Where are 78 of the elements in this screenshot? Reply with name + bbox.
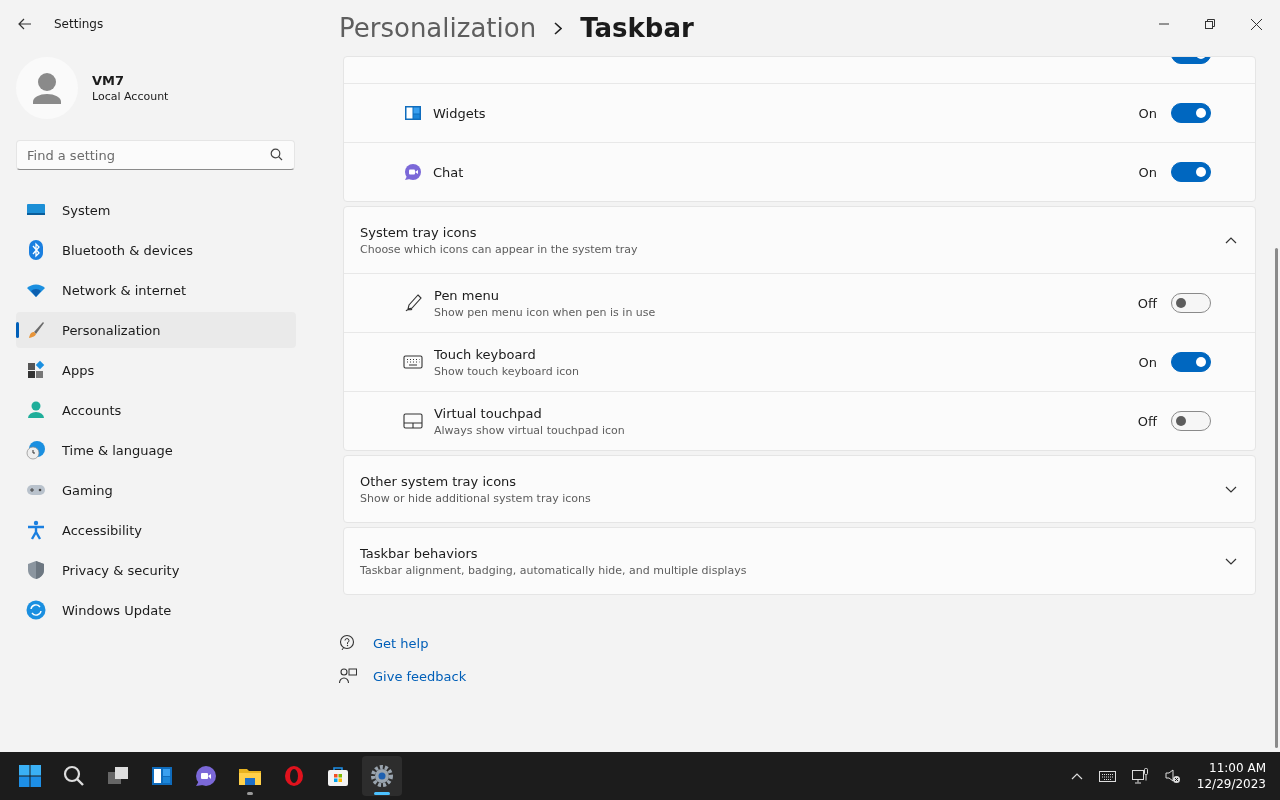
brush-icon [26, 320, 46, 340]
shield-icon [26, 560, 46, 580]
keyboard-icon[interactable] [1098, 770, 1116, 782]
sidebar-item[interactable]: Windows Update [16, 592, 296, 628]
toggle-switch[interactable] [1171, 162, 1211, 182]
expander-header[interactable]: System tray icons Choose which icons can appear in the system tray [344, 207, 1255, 274]
setting-label: Pen menu [434, 287, 500, 303]
chevron-up-icon[interactable] [1070, 772, 1083, 780]
chevron-icon [1225, 485, 1237, 493]
toggle-state: On [1138, 354, 1157, 370]
toggle-state: On [1138, 164, 1157, 180]
sidebar-item[interactable]: Bluetooth & devices [16, 232, 296, 268]
update-icon [26, 600, 46, 620]
bluetooth-icon [26, 240, 46, 260]
accessibility-icon [26, 520, 46, 540]
sidebar-item[interactable]: Personalization [16, 312, 296, 348]
chat-icon [194, 764, 218, 788]
sidebar-item[interactable]: System [16, 192, 296, 228]
taskbar-app[interactable] [362, 756, 402, 796]
chevron-icon [1225, 236, 1237, 244]
ring-icon [282, 764, 306, 788]
toggle-switch[interactable] [1171, 411, 1211, 431]
setting-label: Touch keyboard [434, 346, 537, 362]
toggle-state: On [1138, 105, 1157, 121]
setting-label: Virtual touchpad [434, 405, 543, 421]
page-title: Taskbar [580, 13, 694, 43]
toggle-switch[interactable] [1171, 103, 1211, 123]
apps-icon [26, 360, 46, 380]
settings-icon [370, 764, 394, 788]
back-arrow-icon[interactable] [18, 18, 32, 30]
windows-logo-icon [18, 764, 42, 788]
sidebar-item[interactable]: Network & internet [16, 272, 296, 308]
setting-description: Show touch keyboard icon [434, 364, 580, 378]
help-link[interactable]: Give feedback [373, 668, 467, 684]
person-icon [26, 400, 46, 420]
chevron-right-icon [554, 21, 563, 35]
account-type: Local Account [92, 90, 169, 103]
close-icon[interactable] [1251, 18, 1262, 30]
search-icon [62, 764, 86, 788]
search-field[interactable]: Find a setting [16, 140, 295, 170]
speaker-muted-icon[interactable] [1164, 768, 1181, 784]
store-bag-icon [326, 764, 350, 788]
feedback-icon [339, 667, 357, 685]
toggle-switch[interactable] [1171, 293, 1211, 313]
widgets-icon [150, 764, 174, 788]
help-link[interactable]: Get help [373, 635, 429, 651]
restore-icon[interactable] [1205, 19, 1215, 29]
sidebar-item[interactable]: Gaming [16, 472, 296, 508]
clock-date[interactable]: 12/29/2023 [1196, 777, 1266, 791]
setting-label: Chat [433, 164, 464, 180]
expander-header[interactable]: Taskbar behaviors Taskbar alignment, badging, automatically hide, and multiple displays [344, 528, 1255, 594]
sidebar-item[interactable]: Privacy & security [16, 552, 296, 588]
setting-label: Widgets [433, 105, 486, 121]
account-name: VM7 [92, 73, 126, 88]
pen-icon [403, 293, 423, 313]
touchpad-icon [403, 411, 423, 431]
toggle-state: Off [1137, 413, 1157, 429]
sidebar-item[interactable]: Apps [16, 352, 296, 388]
chevron-icon [1225, 557, 1237, 565]
search-icon [270, 148, 283, 161]
widgets-icon [404, 104, 422, 122]
toggle-switch[interactable] [1171, 352, 1211, 372]
window-title: Settings [54, 17, 104, 31]
breadcrumb-link[interactable]: Personalization [339, 13, 537, 43]
help-chat-icon [339, 634, 357, 652]
sidebar-item[interactable]: Accessibility [16, 512, 296, 548]
network-icon[interactable] [1131, 767, 1149, 785]
toggle-state: Off [1137, 295, 1157, 311]
chat-icon [404, 163, 422, 181]
sidebar-item[interactable]: Accounts [16, 392, 296, 428]
keyboard-icon [403, 352, 423, 372]
setting-description: Always show virtual touchpad icon [434, 423, 625, 437]
globe-clock-icon [26, 440, 46, 460]
clock-time[interactable]: 11:00 AM [1209, 761, 1266, 775]
sidebar-item[interactable]: Time & language [16, 432, 296, 468]
avatar-icon [16, 57, 78, 119]
expander-header[interactable]: Other system tray icons Show or hide additional system tray icons [344, 456, 1255, 522]
setting-description: Show pen menu icon when pen is in use [434, 305, 656, 319]
